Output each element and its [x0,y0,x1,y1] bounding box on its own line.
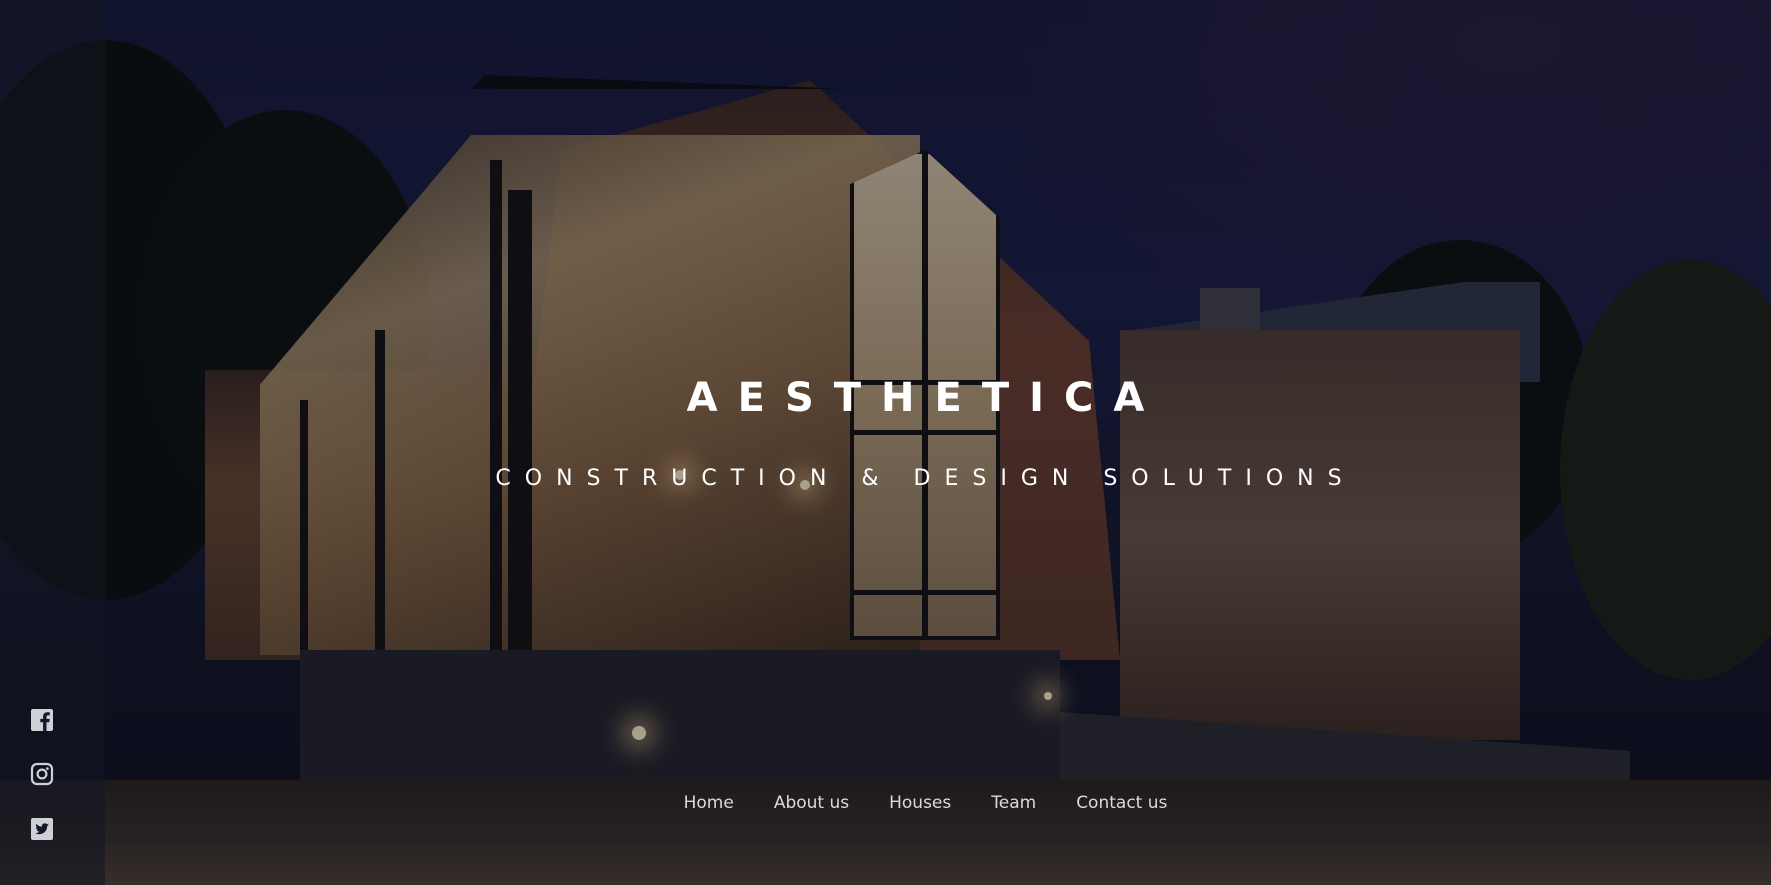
twitter-icon[interactable] [30,817,54,841]
main-navigation: Home About us Houses Team Contact us [0,793,1771,813]
nav-houses[interactable]: Houses [889,793,951,813]
hero-section: AESTHETICA CONSTRUCTION & DESIGN SOLUTIO… [0,0,1771,885]
brand-tagline: CONSTRUCTION & DESIGN SOLUTIONS [495,466,1356,491]
nav-home[interactable]: Home [684,793,734,813]
instagram-icon[interactable] [30,762,54,786]
social-sidebar [0,0,105,885]
facebook-icon[interactable] [30,708,54,732]
nav-about-us[interactable]: About us [774,793,849,813]
brand-title: AESTHETICA [686,375,1165,421]
nav-contact-us[interactable]: Contact us [1076,793,1167,813]
hero-overlay [0,0,1771,885]
nav-team[interactable]: Team [991,793,1036,813]
